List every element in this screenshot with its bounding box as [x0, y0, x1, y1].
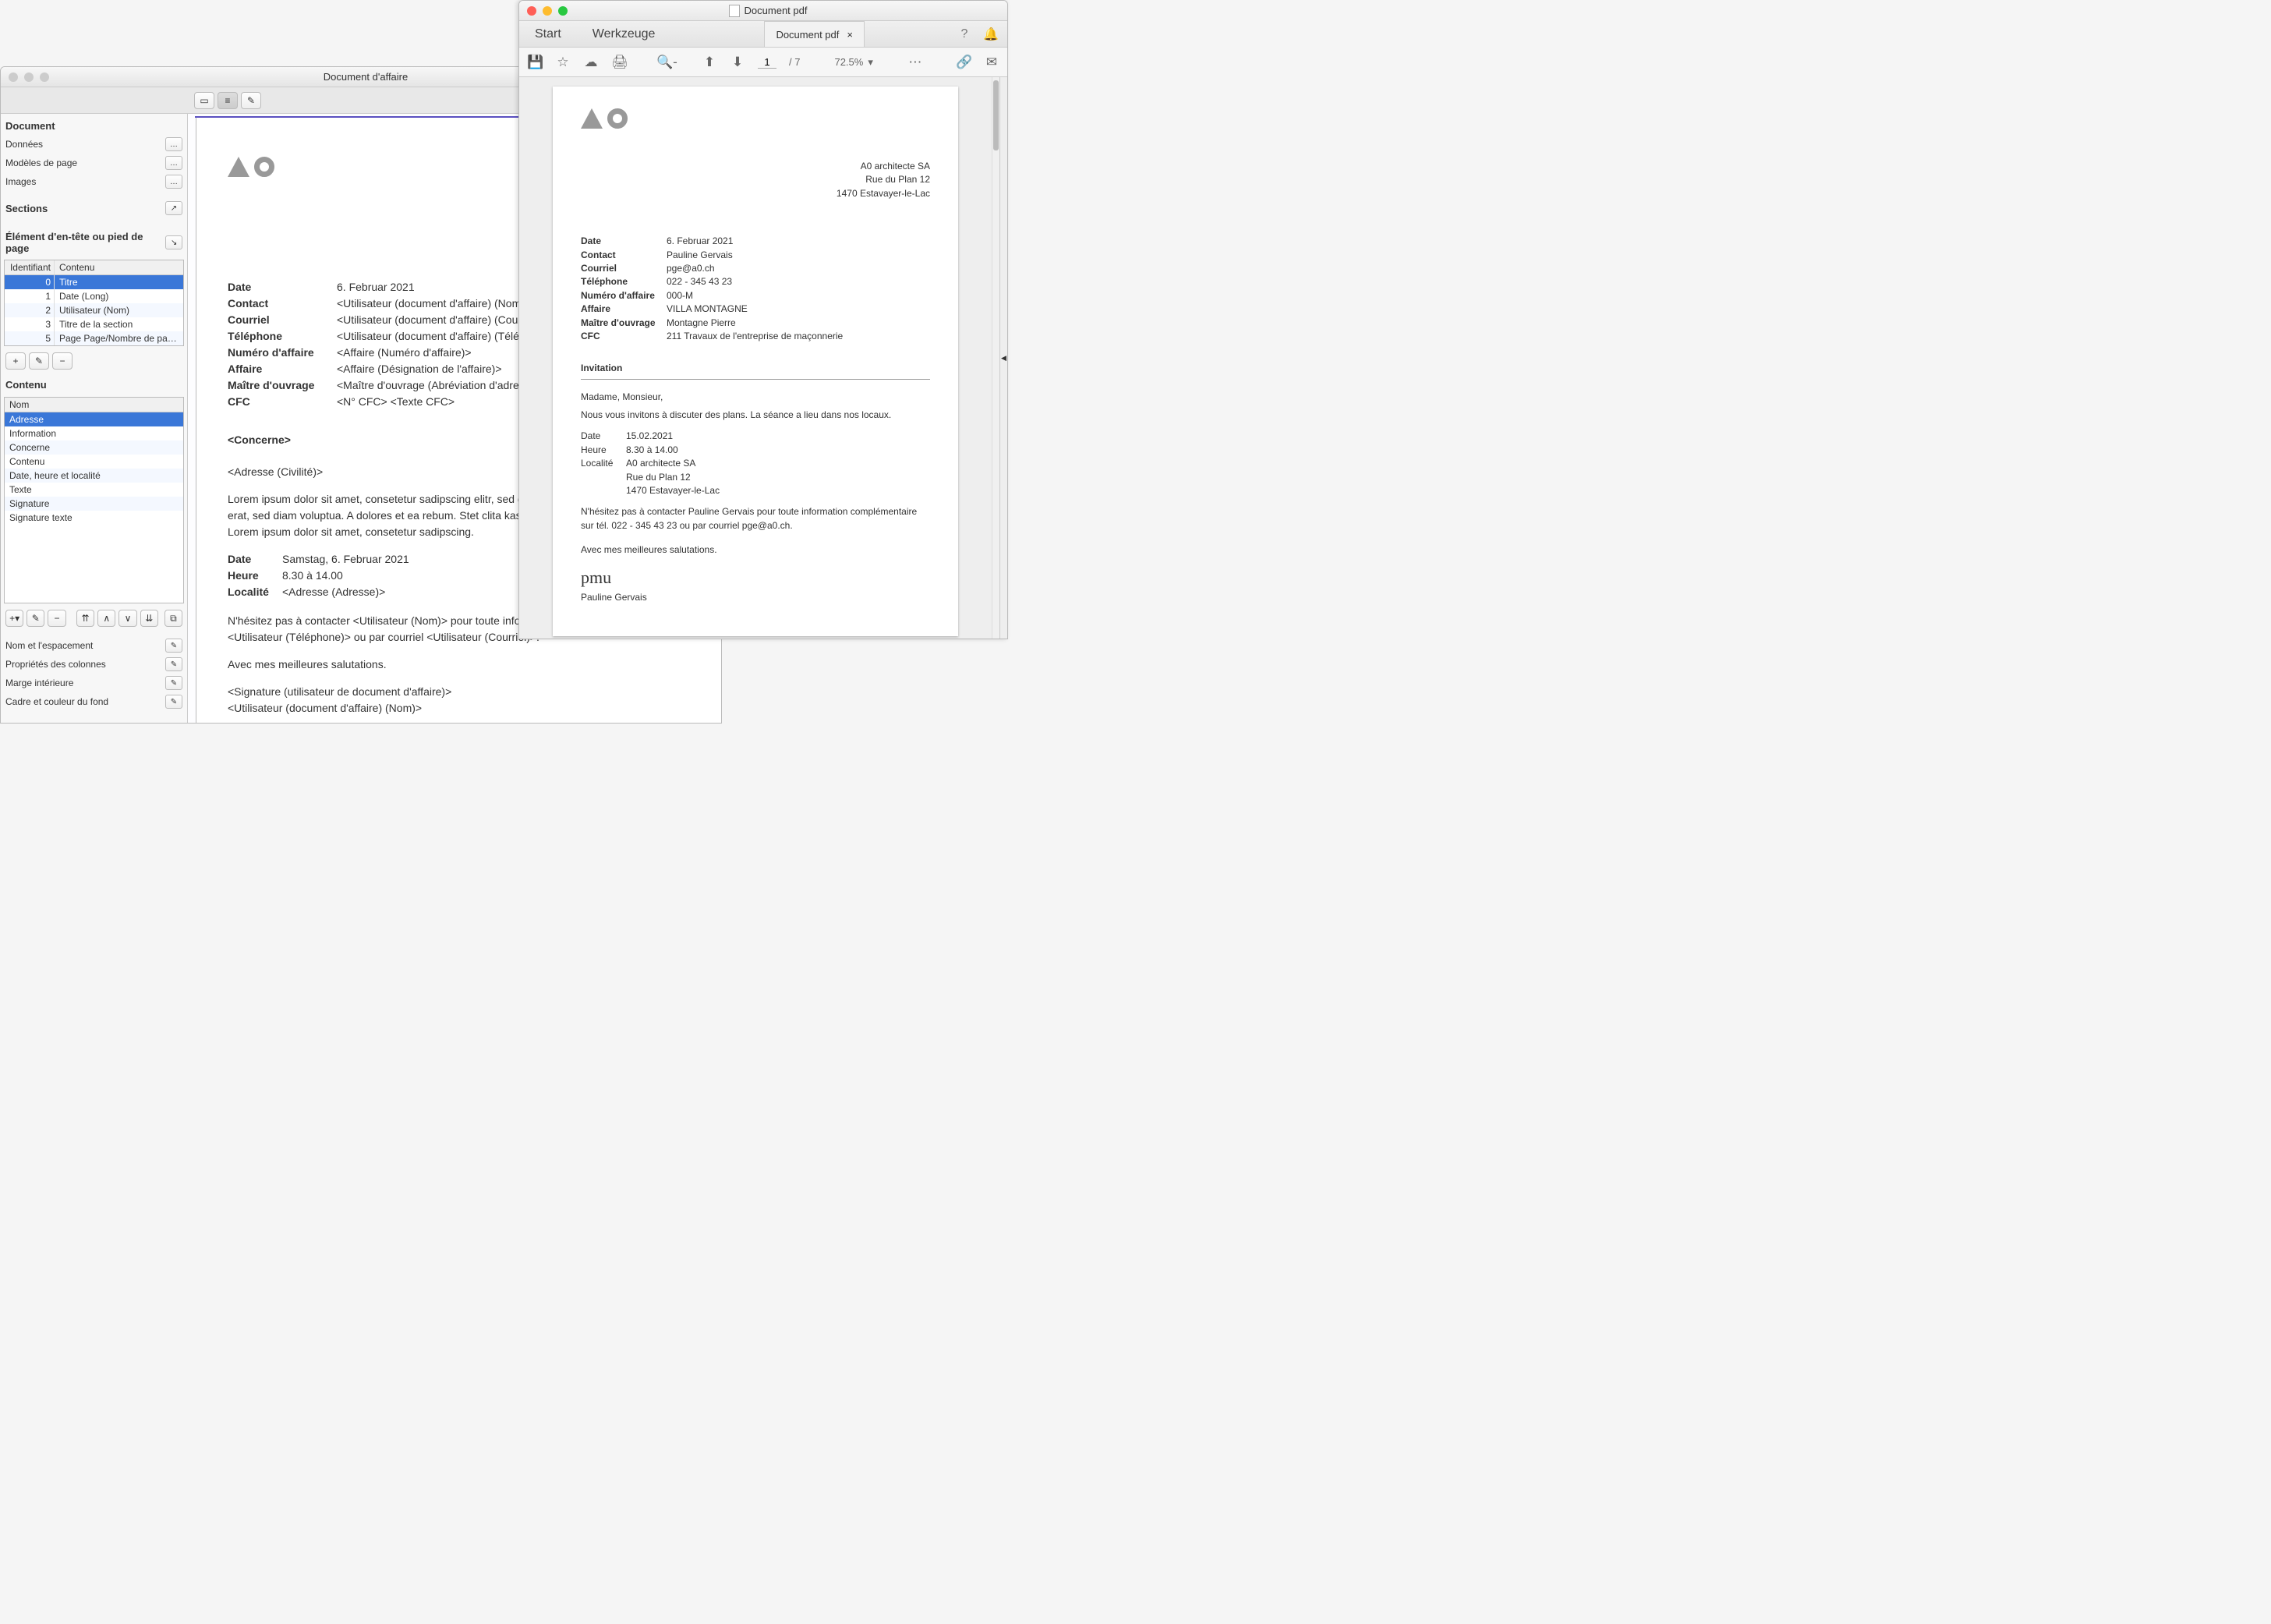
close-icon[interactable] — [527, 6, 536, 16]
edit-button[interactable]: ✎ — [29, 352, 49, 370]
expand-icon[interactable]: ↗ — [165, 201, 182, 215]
section-contenu-title: Contenu — [1, 373, 187, 394]
cloud-icon[interactable]: ☁ — [583, 55, 599, 70]
side-panel-toggle-icon[interactable]: ◀ — [999, 77, 1007, 639]
minimize-icon[interactable] — [24, 73, 34, 82]
mail-icon[interactable]: ✉ — [984, 55, 999, 70]
add-button[interactable]: +▾ — [5, 610, 23, 627]
pdf-toolbar: 💾 ☆ ☁ 🖨 🔍- ⬆ ⬇ / 7 72.5%▾ ⋯ 🔗 ✉ — [519, 48, 1007, 77]
edit-button[interactable]: ✎ — [27, 610, 44, 627]
signature-script: pmu — [581, 565, 930, 590]
pdf-titlebar: Document pdf — [519, 1, 1007, 21]
sidebar-row-donnees[interactable]: Données… — [1, 135, 187, 154]
list-item[interactable]: Adresse — [5, 412, 183, 426]
pdf-window: Document pdf Start Werkzeuge Document pd… — [518, 0, 1008, 639]
list-item[interactable]: Date, heure et localité — [5, 469, 183, 483]
field-block: Date6. Februar 2021 ContactPauline Gerva… — [581, 235, 930, 343]
section-document-title: Document — [1, 114, 187, 135]
zoom-select[interactable]: 72.5%▾ — [834, 56, 872, 69]
pdf-main-tabs: Start Werkzeuge Document pdf× ? 🔔 — [519, 21, 1007, 48]
sidebar-row-images[interactable]: Images… — [1, 172, 187, 191]
zoom-out-icon[interactable]: 🔍- — [656, 55, 672, 70]
list-item[interactable]: Signature texte — [5, 511, 183, 525]
edit-icon[interactable]: ✎ — [165, 695, 182, 709]
subject: Invitation — [581, 362, 930, 379]
edit-icon[interactable]: ✎ — [165, 657, 182, 671]
pdf-file-icon — [729, 5, 740, 17]
traffic-lights — [1, 68, 57, 87]
signature-name: Pauline Gervais — [581, 591, 930, 604]
schedule-block: Date15.02.2021 Heure8.30 à 14.00 Localit… — [581, 430, 930, 497]
sidebar-row-modeles[interactable]: Modèles de page… — [1, 154, 187, 172]
tab-start[interactable]: Start — [519, 21, 577, 47]
duplicate-button[interactable]: ⧉ — [164, 610, 182, 627]
help-icon[interactable]: ? — [954, 24, 975, 44]
content-list: Nom Adresse Information Concerne Contenu… — [4, 397, 184, 603]
pdf-viewport[interactable]: A0 architecte SA Rue du Plan 12 1470 Est… — [519, 77, 992, 639]
minimize-icon[interactable] — [543, 6, 552, 16]
header-elements-table: IdentifiantContenu 0Titre 1Date (Long) 2… — [4, 260, 184, 346]
salutation: Avec mes meilleures salutations. — [228, 656, 709, 673]
close-icon[interactable] — [9, 73, 18, 82]
table-row[interactable]: 1Date (Long) — [5, 289, 183, 303]
save-icon[interactable]: 💾 — [527, 55, 543, 70]
body-text: Nous vous invitons à discuter des plans.… — [581, 409, 930, 422]
section-sections-title: Sections — [5, 203, 48, 214]
list-item[interactable]: Contenu — [5, 455, 183, 469]
section-header-title: Élément d'en-tête ou pied de page — [5, 231, 165, 254]
move-down-button[interactable]: ∨ — [119, 610, 136, 627]
toolbar-btn-a[interactable]: ▭ — [194, 92, 214, 109]
edit-icon[interactable]: ✎ — [165, 639, 182, 653]
page-down-icon[interactable]: ⬇ — [730, 55, 745, 70]
bell-icon[interactable]: 🔔 — [981, 24, 1001, 44]
vertical-scrollbar[interactable] — [992, 77, 999, 639]
zoom-icon[interactable] — [40, 73, 49, 82]
salutation: Avec mes meilleures salutations. — [581, 543, 930, 557]
signature-placeholder: <Signature (utilisateur de document d'af… — [228, 684, 709, 700]
more-icon[interactable]: … — [165, 156, 182, 170]
toolbar-btn-edit[interactable]: ✎ — [241, 92, 261, 109]
company-address: A0 architecte SA Rue du Plan 12 1470 Est… — [581, 160, 930, 200]
table-row[interactable]: 3Titre de la section — [5, 317, 183, 331]
more-icon[interactable]: ⋯ — [907, 55, 923, 70]
collapse-icon[interactable]: ↘ — [165, 235, 182, 249]
tab-document[interactable]: Document pdf× — [764, 21, 865, 47]
toolbar-btn-b[interactable]: ≡ — [218, 92, 238, 109]
close-tab-icon[interactable]: × — [847, 29, 853, 41]
more-icon[interactable]: … — [165, 137, 182, 151]
move-bottom-button[interactable]: ⇊ — [140, 610, 158, 627]
table-row[interactable]: 0Titre — [5, 275, 183, 289]
move-top-button[interactable]: ⇈ — [76, 610, 94, 627]
edit-icon[interactable]: ✎ — [165, 676, 182, 690]
list-item[interactable]: Concerne — [5, 440, 183, 455]
table-row[interactable]: 5Page Page/Nombre de pa… — [5, 331, 183, 345]
traffic-lights — [519, 2, 575, 20]
move-up-button[interactable]: ∧ — [97, 610, 115, 627]
link-icon[interactable]: 🔗 — [956, 55, 971, 70]
pdf-title: Document pdf — [575, 5, 960, 17]
table-row[interactable]: 2Utilisateur (Nom) — [5, 303, 183, 317]
more-icon[interactable]: … — [165, 175, 182, 189]
zoom-icon[interactable] — [558, 6, 568, 16]
pdf-page: A0 architecte SA Rue du Plan 12 1470 Est… — [553, 87, 958, 636]
list-item[interactable]: Information — [5, 426, 183, 440]
salutation: Madame, Monsieur, — [581, 391, 930, 404]
page-input[interactable] — [758, 56, 776, 69]
page-up-icon[interactable]: ⬆ — [702, 55, 717, 70]
tab-tools[interactable]: Werkzeuge — [577, 21, 671, 47]
sidebar: Document Données… Modèles de page… Image… — [1, 114, 188, 723]
remove-button[interactable]: − — [52, 352, 73, 370]
add-button[interactable]: + — [5, 352, 26, 370]
list-item[interactable]: Signature — [5, 497, 183, 511]
logo-icon — [581, 108, 930, 129]
remove-button[interactable]: − — [48, 610, 65, 627]
closing-text: N'hésitez pas à contacter Pauline Gervai… — [581, 505, 930, 532]
star-icon[interactable]: ☆ — [555, 55, 571, 70]
signature-name: <Utilisateur (document d'affaire) (Nom)> — [228, 700, 709, 716]
list-item[interactable]: Texte — [5, 483, 183, 497]
chevron-down-icon: ▾ — [868, 56, 873, 69]
print-icon[interactable]: 🖨 — [611, 55, 627, 70]
